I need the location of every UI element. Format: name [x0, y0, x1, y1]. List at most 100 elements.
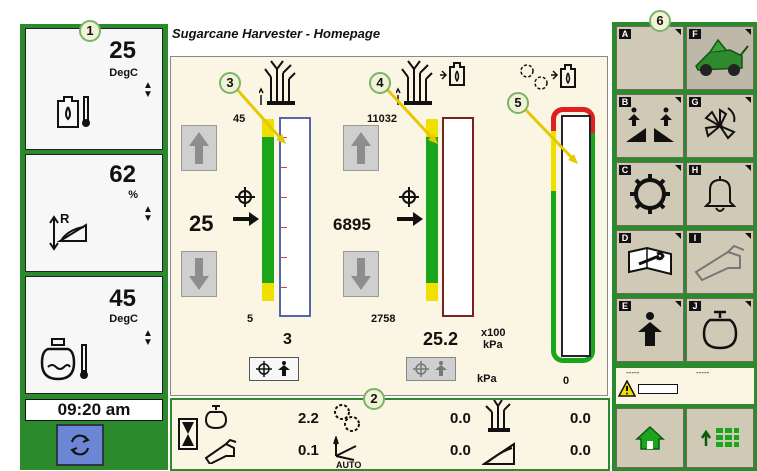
gauge2-setpoint: 6895: [333, 215, 371, 234]
softkey-a-button[interactable]: A: [616, 26, 684, 90]
callout-3: 3: [219, 72, 241, 94]
gauge2-max-label: 11032: [367, 113, 397, 125]
warning-status-area: ----- -----: [616, 368, 754, 404]
gears-icon: [334, 404, 360, 432]
gauge1-range-bar: [262, 119, 274, 301]
warning-icon: [618, 380, 636, 397]
gauge2-range-bar: [426, 119, 438, 301]
engine-oil-icon: [702, 310, 738, 350]
status-bar: 2.2 0.1 AUTO 0.0 0.0 0.0 0.0: [170, 398, 610, 471]
gauge3-bar: [561, 115, 591, 357]
auto-steer-icon: AUTO: [333, 436, 361, 470]
softkey-d-button[interactable]: D: [616, 230, 684, 294]
refresh-icon: [70, 434, 90, 456]
softkey-d-letter: D: [619, 233, 631, 243]
corner-indicator-icon: [745, 29, 751, 35]
menu-button[interactable]: [686, 408, 754, 468]
up-down-arrows-icon[interactable]: ▲ ▼: [142, 81, 154, 100]
home-icon: [635, 425, 665, 450]
tick: [281, 287, 287, 288]
softkey-g-button[interactable]: G: [686, 94, 754, 158]
gauge2-auto-set-button[interactable]: [406, 357, 456, 381]
tick: [281, 167, 287, 168]
fuel-rate-icon: [694, 244, 745, 282]
coolant-temp-unit: DegC: [109, 313, 138, 325]
status-dashes-2: -----: [696, 368, 710, 377]
corner-indicator-icon: [745, 165, 751, 171]
corner-indicator-icon: [675, 29, 681, 35]
softkey-e-letter: E: [619, 301, 631, 311]
gauge3-reading: 0: [563, 375, 570, 387]
status-value-2b: 0.0: [450, 442, 471, 459]
hydraulic-oil-temp-icon: [57, 96, 90, 128]
softkey-e-button[interactable]: E: [616, 298, 684, 362]
reverse-pressure-tile[interactable]: 62 % ▲ ▼ R: [25, 154, 163, 272]
callout-2: 2: [363, 388, 385, 410]
chopper-pressure-icon: [396, 60, 465, 105]
lift-arrow-icon: [638, 312, 662, 346]
callout-6: 6: [649, 10, 671, 32]
reverse-pressure-unit: %: [128, 189, 138, 201]
softkey-i-button[interactable]: I: [686, 230, 754, 294]
gauge1-down-button[interactable]: [181, 251, 217, 297]
hourglass-icon: [178, 418, 198, 450]
gauge2-min-label: 2758: [371, 313, 396, 325]
gauge2-unit: kPa: [483, 339, 503, 351]
softkey-j-letter: J: [689, 301, 701, 311]
gauge2-bar: [442, 117, 474, 317]
arrow-up-icon: [189, 132, 209, 164]
status-value-1b: 0.0: [450, 410, 471, 427]
gauge2-up-button[interactable]: [343, 125, 379, 171]
callout-1: 1: [79, 20, 101, 42]
corner-indicator-icon: [745, 97, 751, 103]
refresh-button[interactable]: [56, 424, 104, 466]
softkey-h-letter: H: [689, 165, 701, 175]
softkey-f-button[interactable]: F: [686, 26, 754, 90]
softkey-c-button[interactable]: C: [616, 162, 684, 226]
tick: [281, 197, 287, 198]
home-button[interactable]: [616, 408, 684, 468]
gauge2-range-top: [426, 119, 438, 137]
corner-indicator-icon: [675, 165, 681, 171]
status-value-1c: 0.0: [570, 410, 591, 427]
gauge1-up-button[interactable]: [181, 125, 217, 171]
gauge1-range-top: [262, 119, 274, 137]
softkey-g-letter: G: [689, 97, 701, 107]
callout-5: 5: [507, 92, 529, 114]
menu-grid-icon: [700, 428, 739, 447]
gauge2-reading: 25.2: [423, 329, 459, 349]
softkey-i-letter: I: [689, 233, 701, 243]
corner-indicator-icon: [675, 233, 681, 239]
gauge1-max-label: 45: [233, 113, 246, 125]
setpoint-lift-icon: [413, 361, 447, 377]
gauge2-down-button[interactable]: [343, 251, 379, 297]
corner-indicator-icon: [675, 301, 681, 307]
corner-indicator-icon: [675, 97, 681, 103]
up-down-arrows-icon[interactable]: ▲ ▼: [142, 205, 154, 224]
softkey-b-letter: B: [619, 97, 631, 107]
gauge2-range-bottom: [426, 283, 438, 301]
gauge2-unit-secondary: kPa: [477, 373, 497, 385]
hydraulic-oil-temp-tile[interactable]: 25 DegC ▲ ▼: [25, 28, 163, 150]
softkey-b-button[interactable]: B: [616, 94, 684, 158]
gauge1-setpoint: 25: [189, 211, 214, 236]
harvester-machine-icon: [695, 38, 749, 76]
gauge1-auto-set-button[interactable]: [249, 357, 299, 381]
alarm-bell-icon: [703, 176, 737, 212]
engine-oil-icon: [204, 405, 228, 430]
clock: 09:20 am: [25, 399, 163, 421]
callout-4: 4: [369, 72, 391, 94]
coolant-temp-value: 45: [109, 285, 136, 312]
softkey-a-letter: A: [619, 29, 631, 39]
corner-indicator-icon: [745, 233, 751, 239]
coolant-temp-tile[interactable]: 45 DegC ▲ ▼: [25, 276, 163, 394]
arrow-up-icon: [351, 132, 371, 164]
status-value-2c: 0.0: [570, 442, 591, 459]
up-down-arrows-icon[interactable]: ▲ ▼: [142, 329, 154, 348]
softkey-h-button[interactable]: H: [686, 162, 754, 226]
svg-text:R: R: [60, 211, 70, 226]
coolant-temp-icon: [40, 338, 88, 381]
softkey-j-button[interactable]: J: [686, 298, 754, 362]
setpoint-icon: [233, 187, 259, 226]
warning-level-bar: [638, 384, 678, 394]
